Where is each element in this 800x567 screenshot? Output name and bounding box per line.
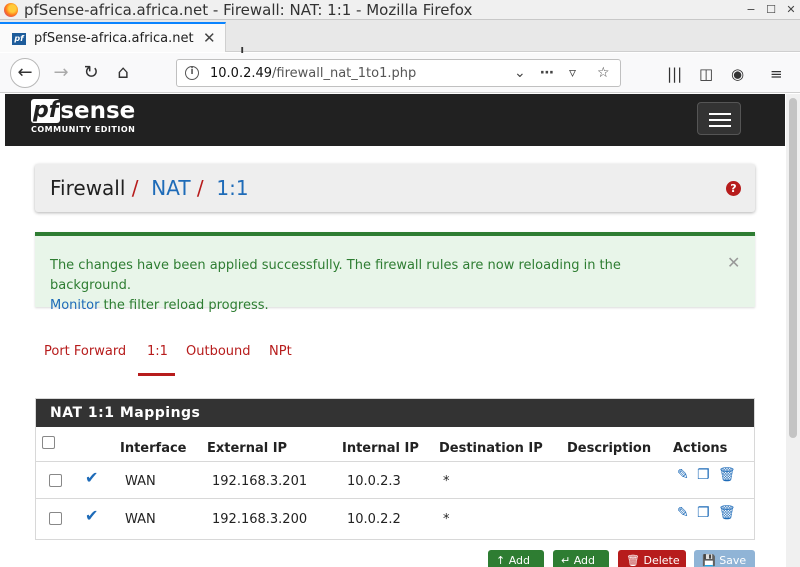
sidebar-icon[interactable]: ◫ bbox=[699, 65, 713, 83]
delete-button[interactable]: 🗑 Delete bbox=[618, 550, 686, 567]
row-internal-ip: 10.0.2.2 bbox=[347, 512, 401, 527]
row-checkbox[interactable] bbox=[49, 474, 62, 487]
col-destination-ip[interactable]: Destination IP bbox=[439, 441, 543, 456]
window-titlebar: pfSense-africa.africa.net - Firewall: NA… bbox=[0, 0, 800, 20]
page-scrollbar[interactable] bbox=[786, 94, 800, 567]
copy-icon[interactable]: ❐ bbox=[697, 467, 710, 483]
divider bbox=[36, 498, 754, 499]
delete-icon[interactable]: 🗑 bbox=[718, 467, 736, 483]
home-icon[interactable]: ⌂ bbox=[108, 59, 138, 87]
back-icon[interactable]: ← bbox=[10, 58, 40, 88]
page-content: pfsense COMMUNITY EDITION Firewall / NAT… bbox=[0, 94, 786, 567]
tab-strip: pf pfSense-africa.africa.net ✕ + bbox=[0, 20, 800, 66]
library-icon[interactable]: ||| bbox=[667, 65, 682, 83]
save-button[interactable]: 💾 Save bbox=[694, 550, 755, 567]
col-external-ip[interactable]: External IP bbox=[207, 441, 287, 456]
close-window-icon[interactable]: ✕ bbox=[784, 3, 798, 17]
monitor-link[interactable]: Monitor bbox=[50, 298, 99, 313]
enabled-check-icon[interactable]: ✔ bbox=[85, 468, 98, 487]
mappings-panel: NAT 1:1 Mappings Interface External IP I… bbox=[35, 398, 755, 540]
row-internal-ip: 10.0.2.3 bbox=[347, 474, 401, 489]
window-title: pfSense-africa.africa.net - Firewall: NA… bbox=[24, 1, 473, 19]
site-info-icon[interactable]: i bbox=[185, 66, 199, 80]
forward-icon[interactable]: → bbox=[46, 59, 76, 87]
menu-icon[interactable]: ≡ bbox=[770, 65, 783, 83]
delete-icon[interactable]: 🗑 bbox=[718, 505, 736, 521]
pocket-icon[interactable]: ▿ bbox=[569, 65, 576, 81]
scrollbar-thumb[interactable] bbox=[789, 98, 797, 438]
alert-close-icon[interactable]: ✕ bbox=[727, 253, 740, 272]
add-bottom-button[interactable]: ↵ Add bbox=[553, 550, 609, 567]
maximize-icon[interactable]: ☐ bbox=[764, 3, 778, 17]
chevron-down-icon[interactable]: ⌄ bbox=[514, 65, 526, 81]
col-actions: Actions bbox=[673, 441, 728, 456]
copy-icon[interactable]: ❐ bbox=[697, 505, 710, 521]
tab-close-icon[interactable]: ✕ bbox=[203, 29, 216, 47]
edit-icon[interactable]: ✎ bbox=[677, 467, 689, 483]
col-internal-ip[interactable]: Internal IP bbox=[342, 441, 419, 456]
panel-title: NAT 1:1 Mappings bbox=[36, 399, 754, 427]
add-top-button[interactable]: ↑ Add bbox=[488, 550, 544, 567]
row-interface: WAN bbox=[125, 512, 156, 527]
tab-1to1[interactable]: 1:1 bbox=[147, 344, 168, 359]
row-external-ip: 192.168.3.201 bbox=[212, 474, 308, 489]
page-actions-icon[interactable]: ⋯ bbox=[540, 65, 554, 81]
tab-title: pfSense-africa.africa.net bbox=[34, 31, 194, 46]
tab-outbound[interactable]: Outbound bbox=[186, 344, 251, 359]
help-icon[interactable]: ? bbox=[726, 181, 741, 196]
nav-bar: ← → ↻ ⌂ i 10.0.2.49/firewall_nat_1to1.ph… bbox=[0, 53, 800, 93]
enabled-check-icon[interactable]: ✔ bbox=[85, 506, 98, 525]
row-checkbox[interactable] bbox=[49, 512, 62, 525]
breadcrumb-nat[interactable]: NAT bbox=[151, 176, 190, 200]
tab-npt[interactable]: NPt bbox=[269, 344, 292, 359]
success-alert: The changes have been applied successful… bbox=[35, 232, 755, 313]
account-icon[interactable]: ◉ bbox=[731, 65, 744, 83]
reload-icon[interactable]: ↻ bbox=[76, 59, 106, 87]
breadcrumb: Firewall / NAT / 1:1 ? bbox=[35, 164, 755, 212]
breadcrumb-1to1[interactable]: 1:1 bbox=[216, 176, 248, 200]
row-external-ip: 192.168.3.200 bbox=[212, 512, 308, 527]
hamburger-menu-button[interactable] bbox=[697, 102, 741, 135]
firefox-icon bbox=[4, 3, 18, 17]
browser-tab[interactable]: pf pfSense-africa.africa.net ✕ bbox=[0, 22, 226, 52]
row-destination-ip: * bbox=[443, 512, 450, 527]
url-bar[interactable]: i 10.0.2.49/firewall_nat_1to1.php ⌄ ⋯ ▿ … bbox=[176, 59, 621, 87]
row-interface: WAN bbox=[125, 474, 156, 489]
minimize-icon[interactable]: − bbox=[744, 3, 758, 17]
col-interface[interactable]: Interface bbox=[120, 441, 187, 456]
tab-port-forward[interactable]: Port Forward bbox=[44, 344, 126, 359]
edit-icon[interactable]: ✎ bbox=[677, 505, 689, 521]
col-description[interactable]: Description bbox=[567, 441, 651, 456]
alert-message: The changes have been applied successful… bbox=[50, 258, 621, 313]
url-text[interactable]: 10.0.2.49/firewall_nat_1to1.php bbox=[210, 66, 416, 81]
row-destination-ip: * bbox=[443, 474, 450, 489]
select-all-checkbox[interactable] bbox=[42, 436, 55, 449]
bookmark-star-icon[interactable]: ☆ bbox=[597, 65, 610, 81]
divider bbox=[36, 461, 754, 462]
pfsense-header: pfsense COMMUNITY EDITION bbox=[5, 94, 785, 146]
breadcrumb-firewall: Firewall bbox=[50, 176, 126, 200]
active-tab-indicator bbox=[138, 373, 175, 376]
pfsense-logo[interactable]: pfsense COMMUNITY EDITION bbox=[31, 99, 135, 134]
pfsense-favicon-icon: pf bbox=[12, 33, 26, 45]
